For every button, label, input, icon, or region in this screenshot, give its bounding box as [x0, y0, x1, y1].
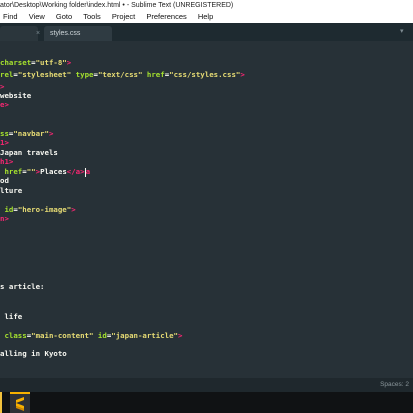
taskbar	[0, 392, 413, 413]
code-editor[interactable]: charset="utf-8"> rel="stylesheet" type="…	[0, 41, 413, 378]
tab-bar: × styles.css ▾	[0, 23, 413, 41]
menu-preferences[interactable]: Preferences	[146, 11, 186, 23]
status-bar: Spaces: 2	[0, 378, 413, 392]
menu-view[interactable]: View	[29, 11, 45, 23]
window-title: ator\Desktop\Working folder\index.html •…	[0, 2, 234, 9]
code-line: href="">Places</a>a	[4, 167, 91, 177]
menu-help[interactable]: Help	[198, 11, 213, 23]
code-line: e>	[0, 100, 9, 109]
sublime-logo-icon	[16, 397, 24, 411]
menu-goto[interactable]: Goto	[56, 11, 72, 23]
code-line: s article:	[0, 282, 45, 291]
menu-bar: Find View Goto Tools Project Preferences…	[0, 11, 413, 23]
menu-project[interactable]: Project	[112, 11, 135, 23]
code-line: class="main-content" id="japan-article">	[4, 331, 183, 340]
menu-find[interactable]: Find	[3, 11, 18, 23]
code-line: lture	[0, 186, 23, 195]
code-line: n>	[0, 214, 9, 223]
code-line: rel="stylesheet" type="text/css" href="c…	[0, 70, 245, 79]
indentation-setting[interactable]: Spaces: 2	[380, 378, 409, 392]
tab-index-html[interactable]: ×	[0, 26, 40, 41]
code-line: life	[0, 312, 23, 321]
window-titlebar: ator\Desktop\Working folder\index.html •…	[0, 0, 413, 11]
menu-tools[interactable]: Tools	[83, 11, 101, 23]
code-line: alling in Kyoto	[0, 349, 67, 358]
close-icon[interactable]: ×	[36, 26, 40, 41]
tab-styles-label: styles.css	[50, 30, 81, 37]
taskbar-partial-icon[interactable]	[0, 392, 2, 413]
chevron-down-icon[interactable]: ▾	[400, 27, 408, 35]
code-line: id="hero-image">	[4, 205, 76, 214]
sublime-text-icon[interactable]	[10, 392, 30, 413]
code-line: charset="utf-8">	[0, 58, 72, 67]
tab-styles-css[interactable]: styles.css	[44, 26, 112, 41]
